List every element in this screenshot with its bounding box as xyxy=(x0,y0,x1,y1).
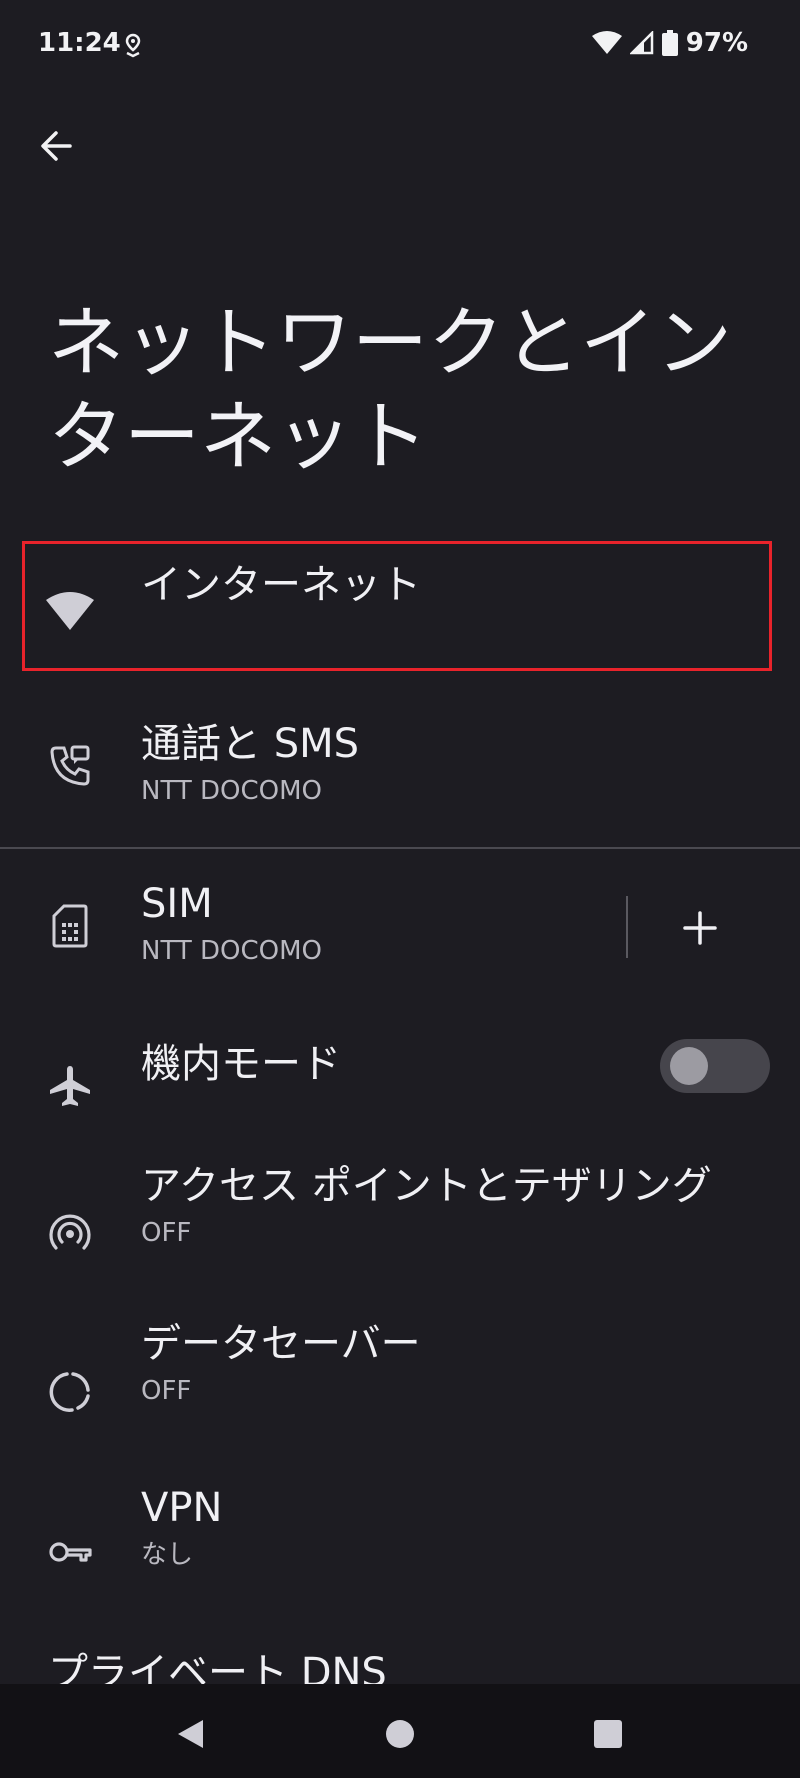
wifi-status-icon xyxy=(591,31,622,54)
status-bar: 11:24 97% xyxy=(0,0,800,92)
settings-item-hotspot-tethering[interactable]: アクセス ポイントとテザリング OFF xyxy=(0,1160,800,1310)
data-saver-icon xyxy=(44,1366,96,1418)
settings-item-calls-sms[interactable]: 通話と SMS NTT DOCOMO xyxy=(0,700,800,850)
battery-percent: 97% xyxy=(685,28,748,58)
item-label: SIM xyxy=(141,881,213,927)
status-time: 11:24 xyxy=(38,28,121,58)
sim-divider xyxy=(626,896,628,958)
nav-recents-icon xyxy=(594,1720,622,1748)
item-label: アクセス ポイントとテザリング xyxy=(141,1163,712,1209)
selection-highlight xyxy=(22,541,772,671)
phone-sms-icon xyxy=(44,740,96,792)
section-divider xyxy=(0,847,800,849)
nav-home-icon xyxy=(386,1720,414,1748)
settings-item-vpn[interactable]: VPN なし xyxy=(0,1478,800,1628)
item-label: データセーバー xyxy=(141,1321,421,1367)
add-sim-button[interactable] xyxy=(672,900,728,956)
settings-item-data-saver[interactable]: データセーバー OFF xyxy=(0,1318,800,1468)
vpn-key-icon xyxy=(44,1526,96,1578)
airplane-mode-toggle[interactable] xyxy=(660,1039,770,1093)
plus-icon xyxy=(683,911,717,945)
nav-back-icon xyxy=(178,1720,203,1748)
toggle-knob xyxy=(670,1047,708,1085)
nav-home-button[interactable] xyxy=(370,1704,430,1764)
item-sub: OFF xyxy=(141,1218,192,1248)
airplane-icon xyxy=(44,1060,96,1112)
back-button[interactable] xyxy=(28,118,84,174)
item-sub: NTT DOCOMO xyxy=(141,936,323,966)
battery-icon xyxy=(661,30,678,56)
location-icon xyxy=(125,33,141,58)
item-label: VPN xyxy=(141,1485,223,1531)
back-arrow-icon xyxy=(41,131,72,161)
item-label: 通話と SMS xyxy=(141,721,360,767)
nav-recents-button[interactable] xyxy=(578,1704,638,1764)
navigation-bar xyxy=(0,1684,800,1778)
cell-signal-icon xyxy=(629,31,654,55)
item-label: 機内モード xyxy=(141,1041,341,1087)
sim-card-icon xyxy=(44,900,96,952)
item-sub: NTT DOCOMO xyxy=(141,776,323,806)
hotspot-icon xyxy=(44,1206,96,1258)
page-title: ネットワークとインターネット xyxy=(48,298,732,481)
nav-back-button[interactable] xyxy=(160,1704,220,1764)
item-sub: なし xyxy=(141,1540,194,1570)
status-indicators: 97% xyxy=(591,28,748,58)
item-sub: OFF xyxy=(141,1376,192,1406)
